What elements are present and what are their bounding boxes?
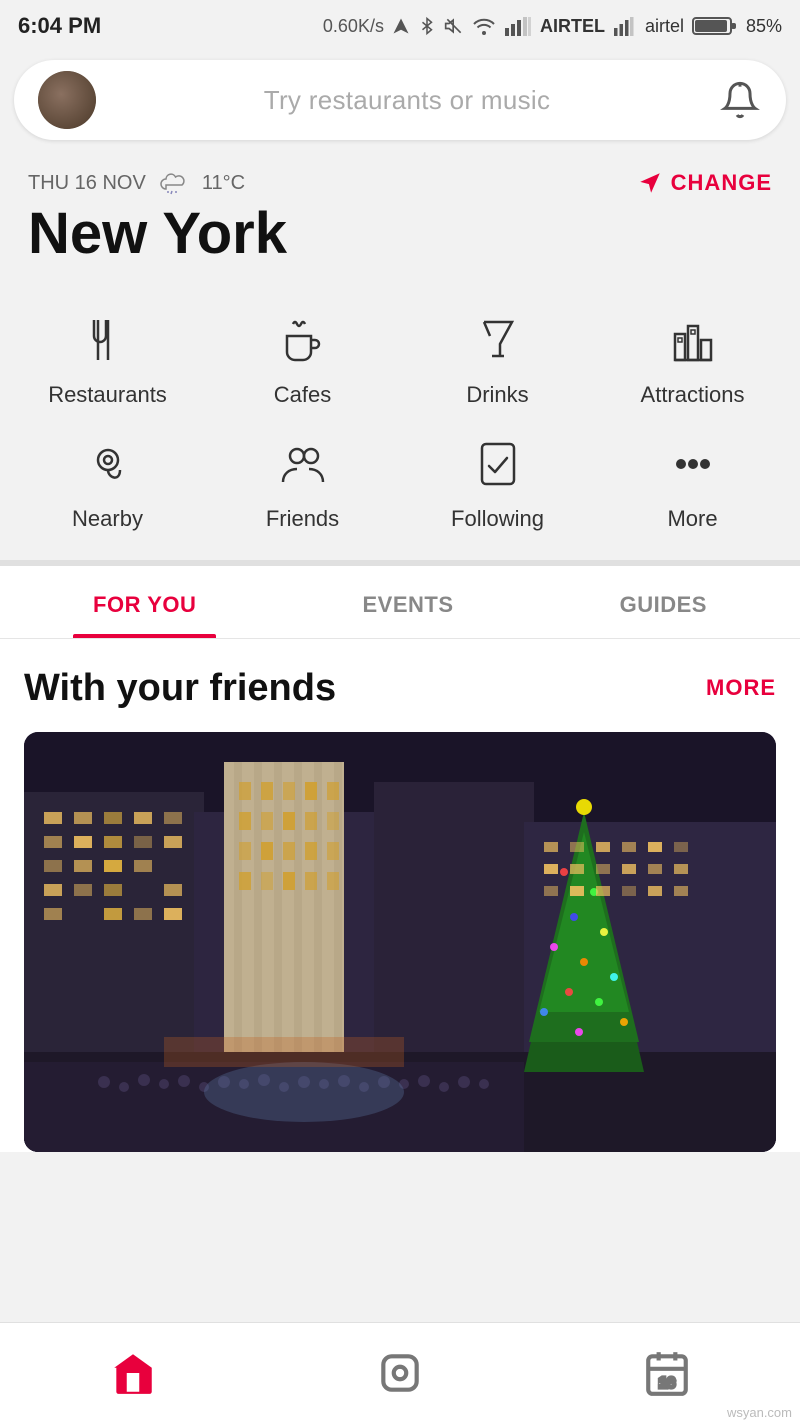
search-placeholder: Try restaurants or music <box>96 85 718 116</box>
category-cafes[interactable]: Cafes <box>223 308 383 408</box>
friends-label: Friends <box>266 506 339 532</box>
attractions-label: Attractions <box>641 382 745 408</box>
status-right: 0.60K/s AIRTEL airtel <box>323 14 782 38</box>
signal-icon <box>504 16 532 36</box>
section-header: With your friends MORE <box>24 667 776 710</box>
category-following[interactable]: Following <box>418 432 578 532</box>
mute-icon <box>444 16 464 36</box>
status-time: 6:04 PM <box>18 13 101 39</box>
category-row-2: Nearby Friends Following <box>0 426 800 550</box>
attractions-icon <box>661 308 725 372</box>
category-drinks[interactable]: Drinks <box>418 308 578 408</box>
category-more[interactable]: More <box>613 432 773 532</box>
main-content: With your friends MORE <box>0 639 800 1152</box>
bottom-nav: 16 <box>0 1322 800 1422</box>
friends-icon <box>271 432 335 496</box>
search-bar[interactable]: Try restaurants or music <box>14 60 786 140</box>
category-row-1: Restaurants Cafes Drinks <box>0 302 800 426</box>
status-bar: 6:04 PM 0.60K/s AIRTEL air <box>0 0 800 52</box>
notification-bell-icon[interactable] <box>718 78 762 122</box>
nearby-icon <box>76 432 140 496</box>
battery-icon <box>692 14 738 38</box>
following-label: Following <box>451 506 544 532</box>
nav-icon <box>392 17 410 35</box>
category-grid: Restaurants Cafes Drinks <box>0 282 800 560</box>
more-link[interactable]: MORE <box>706 675 776 701</box>
restaurants-icon <box>76 308 140 372</box>
category-friends[interactable]: Friends <box>223 432 383 532</box>
tab-events[interactable]: EVENTS <box>342 566 473 638</box>
change-label: CHANGE <box>671 170 772 196</box>
search-icon <box>375 1348 425 1398</box>
location-date-row: THU 16 NOV 11°C CHANGE <box>28 170 772 196</box>
bluetooth-icon <box>418 15 436 37</box>
date-text: THU 16 NOV <box>28 172 146 195</box>
nav-search[interactable] <box>350 1338 450 1408</box>
rockefeller-center-image <box>24 732 776 1152</box>
home-icon <box>108 1348 158 1398</box>
nearby-label: Nearby <box>72 506 143 532</box>
city-name: New York <box>28 202 772 266</box>
location-date: THU 16 NOV 11°C <box>28 171 245 195</box>
section-title: With your friends <box>24 667 336 710</box>
following-icon <box>466 432 530 496</box>
watermark: wsyan.com <box>727 1405 792 1420</box>
svg-text:16: 16 <box>659 1375 675 1391</box>
tab-for-you[interactable]: FOR YOU <box>73 566 216 638</box>
restaurants-label: Restaurants <box>48 382 167 408</box>
change-button[interactable]: CHANGE <box>637 170 772 196</box>
more-icon <box>661 432 725 496</box>
category-restaurants[interactable]: Restaurants <box>28 308 188 408</box>
category-nearby[interactable]: Nearby <box>28 432 188 532</box>
nav-home[interactable] <box>83 1338 183 1408</box>
battery-percent: 85% <box>746 16 782 37</box>
cloud-icon <box>158 171 190 195</box>
signal2-icon <box>613 16 637 36</box>
location-section: THU 16 NOV 11°C CHANGE New York <box>0 148 800 282</box>
calendar-icon: 16 <box>642 1348 692 1398</box>
nav-calendar[interactable]: 16 <box>617 1338 717 1408</box>
avatar[interactable] <box>38 71 96 129</box>
cafes-icon <box>271 308 335 372</box>
carrier1: AIRTEL <box>540 16 605 37</box>
temperature: 11°C <box>202 172 245 195</box>
drinks-icon <box>466 308 530 372</box>
drinks-label: Drinks <box>466 382 528 408</box>
tabs: FOR YOU EVENTS GUIDES <box>0 566 800 639</box>
cafes-label: Cafes <box>274 382 331 408</box>
network-speed: 0.60K/s <box>323 16 384 37</box>
more-label: More <box>667 506 717 532</box>
location-arrow-icon <box>637 170 663 196</box>
feature-image[interactable] <box>24 732 776 1152</box>
wifi-icon <box>472 17 496 35</box>
weather-icon <box>158 171 190 195</box>
carrier2: airtel <box>645 16 684 37</box>
category-attractions[interactable]: Attractions <box>613 308 773 408</box>
tab-guides[interactable]: GUIDES <box>600 566 727 638</box>
